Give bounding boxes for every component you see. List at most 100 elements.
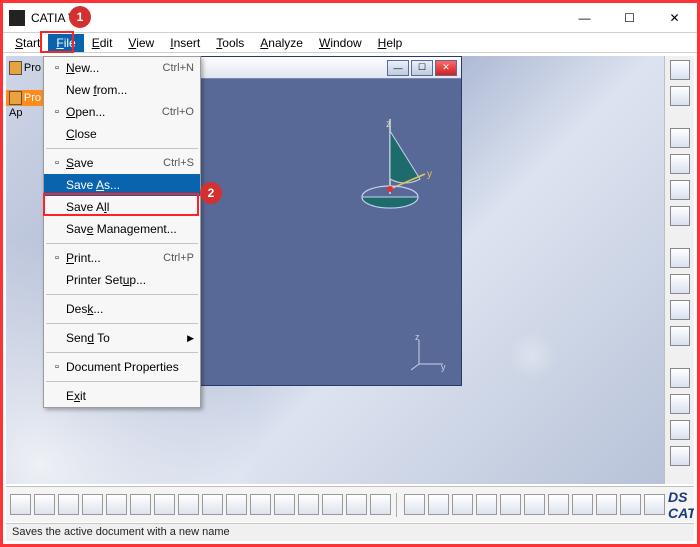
menu-item-label: Print...	[66, 251, 163, 265]
menu-item-label: Save	[66, 156, 163, 170]
svg-text:y: y	[427, 169, 432, 180]
mesh-icon[interactable]	[670, 368, 690, 388]
cut-icon[interactable]	[106, 494, 127, 515]
title-bar: CATIA V5 — ☐ ✕	[3, 3, 697, 33]
grid-icon[interactable]	[322, 494, 343, 515]
menu-bar: StartFileEditViewInsertToolsAnalyzeWindo…	[3, 33, 697, 53]
brand-logo: DS CATIA	[668, 489, 694, 521]
doc-close-button[interactable]: ✕	[435, 60, 457, 76]
menu-separator	[46, 352, 198, 353]
menu-item-close[interactable]: Close	[44, 123, 200, 145]
menu-edit[interactable]: Edit	[84, 34, 121, 52]
saveall-icon[interactable]	[82, 494, 103, 515]
collapse-icon[interactable]	[644, 494, 665, 515]
fx-icon[interactable]	[250, 494, 271, 515]
menu-item-exit[interactable]: Exit	[44, 385, 200, 407]
menu-item-save[interactable]: ▫SaveCtrl+S	[44, 152, 200, 174]
axis-icon[interactable]	[670, 326, 690, 346]
menu-item-open[interactable]: ▫Open...Ctrl+O	[44, 101, 200, 123]
cube-icon[interactable]	[670, 180, 690, 200]
look-icon[interactable]	[548, 494, 569, 515]
app-title: CATIA V5	[31, 11, 562, 25]
layers-icon[interactable]	[670, 300, 690, 320]
menu-file[interactable]: File	[48, 34, 83, 52]
toolbar-divider	[396, 493, 399, 517]
rect-icon[interactable]	[670, 248, 690, 268]
minimize-button[interactable]: —	[562, 3, 607, 33]
menu-window[interactable]: Window	[311, 34, 370, 52]
docprop-icon: ▫	[48, 361, 66, 373]
menu-item-label: Open...	[66, 105, 162, 119]
paste-icon[interactable]	[154, 494, 175, 515]
menu-item-new-from[interactable]: New from...	[44, 79, 200, 101]
doc-maximize-button[interactable]: ☐	[411, 60, 433, 76]
show-icon[interactable]	[620, 494, 641, 515]
save-icon: ▫	[48, 157, 66, 169]
tree-icon	[9, 61, 22, 75]
menu-item-new[interactable]: ▫New...Ctrl+N	[44, 57, 200, 79]
doc-minimize-button[interactable]: —	[387, 60, 409, 76]
menu-view[interactable]: View	[120, 34, 162, 52]
menu-item-label: Document Properties	[66, 360, 194, 374]
compass-icon[interactable]	[404, 494, 425, 515]
status-text: Saves the active document with a new nam…	[12, 526, 230, 538]
spec-tree[interactable]: Pro Pro Ap	[6, 56, 44, 120]
pan-icon[interactable]	[452, 494, 473, 515]
new-icon: ▫	[48, 62, 66, 74]
table-icon[interactable]	[298, 494, 319, 515]
part-geometry: z y	[340, 119, 440, 219]
bottom-toolbar: DS CATIA	[6, 486, 694, 522]
fit-icon[interactable]	[428, 494, 449, 515]
menu-item-label: Save Management...	[66, 222, 194, 236]
grid-icon[interactable]	[670, 274, 690, 294]
menu-item-label: Desk...	[66, 302, 194, 316]
redo-icon[interactable]	[202, 494, 223, 515]
maximize-button[interactable]: ☐	[607, 3, 652, 33]
save-icon[interactable]	[58, 494, 79, 515]
menu-start[interactable]: Start	[7, 34, 48, 52]
block-icon[interactable]	[346, 494, 367, 515]
copy-icon[interactable]	[130, 494, 151, 515]
select-icon[interactable]	[670, 86, 690, 106]
disk-icon[interactable]	[670, 206, 690, 226]
undo-icon[interactable]	[178, 494, 199, 515]
rotate-icon[interactable]	[476, 494, 497, 515]
svg-text:z: z	[415, 332, 420, 342]
region-icon[interactable]	[524, 494, 545, 515]
menu-item-label: Save All	[66, 200, 194, 214]
menu-item-desk[interactable]: Desk...	[44, 298, 200, 320]
menu-item-send-to[interactable]: Send To▶	[44, 327, 200, 349]
menu-item-printer-setup[interactable]: Printer Setup...	[44, 269, 200, 291]
menu-item-save-management[interactable]: Save Management...	[44, 218, 200, 240]
file-menu-dropdown: ▫New...Ctrl+NNew from...▫Open...Ctrl+OCl…	[43, 56, 201, 408]
axis-icon[interactable]	[274, 494, 295, 515]
zoom-icon[interactable]	[500, 494, 521, 515]
light-icon[interactable]	[670, 446, 690, 466]
plane-icon[interactable]	[670, 394, 690, 414]
layer-icon[interactable]	[370, 494, 391, 515]
new-icon[interactable]	[10, 494, 31, 515]
tree-icon	[9, 91, 22, 105]
workbench-icon[interactable]	[670, 60, 690, 80]
hide-icon[interactable]	[596, 494, 617, 515]
submenu-arrow-icon: ▶	[187, 333, 194, 344]
menu-analyze[interactable]: Analyze	[252, 34, 311, 52]
menu-help[interactable]: Help	[370, 34, 411, 52]
menu-insert[interactable]: Insert	[162, 34, 208, 52]
menu-item-save-as[interactable]: Save As...	[44, 174, 200, 196]
menu-tools[interactable]: Tools	[208, 34, 252, 52]
menu-item-print[interactable]: ▫Print...Ctrl+P	[44, 247, 200, 269]
app-icon	[9, 10, 25, 26]
menu-item-accel: Ctrl+O	[162, 106, 194, 118]
help-icon[interactable]	[226, 494, 247, 515]
open-icon[interactable]	[34, 494, 55, 515]
close-button[interactable]: ✕	[652, 3, 697, 33]
flyto-icon[interactable]	[572, 494, 593, 515]
gear-icon[interactable]	[670, 154, 690, 174]
loft-icon[interactable]	[670, 420, 690, 440]
menu-item-save-all[interactable]: Save All	[44, 196, 200, 218]
workspace: Pro Pro Ap — ☐ ✕ z y	[6, 56, 664, 484]
pin-icon[interactable]	[670, 128, 690, 148]
menu-item-document-properties[interactable]: ▫Document Properties	[44, 356, 200, 378]
axis-triad[interactable]: z y	[411, 332, 451, 375]
